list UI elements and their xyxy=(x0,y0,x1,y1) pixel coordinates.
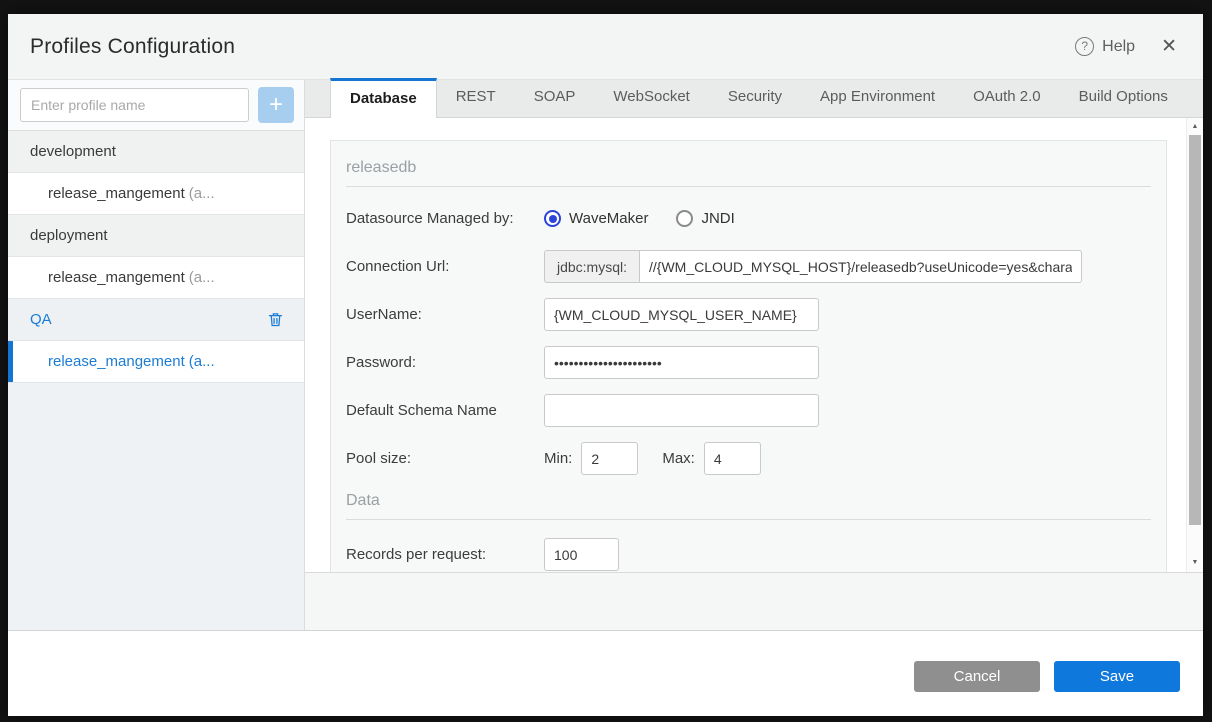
sidebar-item-release-mangement-qa[interactable]: release_mangement (a... xyxy=(8,341,304,383)
section-divider xyxy=(346,186,1151,187)
records-per-request-input[interactable] xyxy=(544,538,619,571)
dialog-footer: Cancel Save xyxy=(8,630,1203,716)
connection-url-input[interactable] xyxy=(639,250,1082,283)
pool-size-row: Pool size: Min: Max: xyxy=(346,442,1151,475)
help-icon: ? xyxy=(1075,37,1095,56)
radio-wavemaker-label: WaveMaker xyxy=(569,210,649,227)
service-label-suffix: (a... xyxy=(188,353,215,370)
profile-name-input[interactable] xyxy=(20,88,249,122)
scrollbar-thumb[interactable] xyxy=(1189,135,1201,525)
password-label: Password: xyxy=(346,354,417,371)
pool-max-input[interactable] xyxy=(703,442,761,475)
tab-app-environment[interactable]: App Environment xyxy=(801,79,954,117)
profile-label: deployment xyxy=(30,227,108,244)
database-config-card: releasedb Datasource Managed by: WaveMak… xyxy=(330,140,1167,572)
datasource-label: Datasource Managed by: xyxy=(346,210,514,227)
tab-security[interactable]: Security xyxy=(709,79,801,117)
profile-tabs: Database REST SOAP WebSocket Security Ap… xyxy=(305,78,1203,118)
tab-websocket[interactable]: WebSocket xyxy=(594,79,708,117)
profile-search-row: + xyxy=(8,80,304,131)
profile-detail-panel: Database REST SOAP WebSocket Security Ap… xyxy=(305,78,1203,630)
records-per-request-row: Records per request: xyxy=(346,538,1151,571)
pool-min-input[interactable] xyxy=(581,442,639,475)
connection-url-label: Connection Url: xyxy=(346,258,450,275)
sidebar-item-development[interactable]: development xyxy=(8,131,304,173)
service-label: release_mangement xyxy=(48,353,185,370)
profiles-sidebar: + development release_mangement (a... de… xyxy=(8,80,305,630)
connection-url-row: Connection Url: jdbc:mysql: xyxy=(346,250,1151,283)
profiles-configuration-dialog: Profiles Configuration ? Help ✕ + develo… xyxy=(8,14,1203,716)
help-label: Help xyxy=(1102,37,1136,55)
jdbc-prefix-addon: jdbc:mysql: xyxy=(544,250,639,283)
pool-min-label: Min: xyxy=(544,450,573,467)
tab-content-viewport: releasedb Datasource Managed by: WaveMak… xyxy=(305,118,1203,572)
service-label-suffix: (a... xyxy=(188,185,215,202)
section-divider xyxy=(346,519,1151,520)
tab-build-options[interactable]: Build Options xyxy=(1060,79,1187,117)
service-label: release_mangement xyxy=(48,185,185,202)
password-row: Password: xyxy=(346,346,1151,379)
radio-jndi-label: JNDI xyxy=(701,210,735,227)
save-button[interactable]: Save xyxy=(1054,661,1180,692)
add-profile-button[interactable]: + xyxy=(258,87,294,123)
tab-database[interactable]: Database xyxy=(330,78,437,118)
records-per-request-label: Records per request: xyxy=(346,546,487,563)
profile-label: development xyxy=(30,143,116,160)
tab-soap[interactable]: SOAP xyxy=(515,79,595,117)
radio-jndi[interactable]: JNDI xyxy=(676,210,735,227)
delete-profile-icon[interactable] xyxy=(267,311,284,328)
cancel-button[interactable]: Cancel xyxy=(914,661,1040,692)
tab-oauth[interactable]: OAuth 2.0 xyxy=(954,79,1060,117)
sidebar-item-qa[interactable]: QA xyxy=(8,299,304,341)
dialog-header: Profiles Configuration ? Help ✕ xyxy=(8,14,1203,80)
service-label-suffix: (a... xyxy=(188,269,215,286)
default-schema-input[interactable] xyxy=(544,394,819,427)
content-scrollbar[interactable]: ▲ ▼ xyxy=(1186,118,1203,572)
username-input[interactable] xyxy=(544,298,819,331)
datasource-row: Datasource Managed by: WaveMaker JNDI xyxy=(346,202,1151,235)
pool-max-label: Max: xyxy=(662,450,695,467)
sidebar-item-release-mangement-dev[interactable]: release_mangement (a... xyxy=(8,173,304,215)
radio-selected-icon xyxy=(544,210,561,227)
service-label: release_mangement xyxy=(48,269,185,286)
section-title-releasedb: releasedb xyxy=(346,159,417,176)
password-input[interactable] xyxy=(544,346,819,379)
profiles-list: development release_mangement (a... depl… xyxy=(8,131,304,630)
sidebar-item-release-mangement-deploy[interactable]: release_mangement (a... xyxy=(8,257,304,299)
help-button[interactable]: ? Help xyxy=(1075,37,1135,56)
dialog-body: + development release_mangement (a... de… xyxy=(8,78,1203,630)
dialog-title: Profiles Configuration xyxy=(30,34,236,58)
pool-size-label: Pool size: xyxy=(346,450,412,467)
section-title-data: Data xyxy=(346,492,380,509)
scroll-down-icon[interactable]: ▼ xyxy=(1187,555,1203,571)
sidebar-item-deployment[interactable]: deployment xyxy=(8,215,304,257)
content-bottom-strip xyxy=(305,572,1203,630)
scroll-up-icon[interactable]: ▲ xyxy=(1187,119,1203,135)
radio-wavemaker[interactable]: WaveMaker xyxy=(544,210,648,227)
default-schema-label: Default Schema Name xyxy=(346,402,497,419)
username-label: UserName: xyxy=(346,306,422,323)
close-icon[interactable]: ✕ xyxy=(1161,35,1177,58)
username-row: UserName: xyxy=(346,298,1151,331)
tab-rest[interactable]: REST xyxy=(437,79,515,117)
profile-label: QA xyxy=(30,311,52,328)
default-schema-row: Default Schema Name xyxy=(346,394,1151,427)
radio-unselected-icon xyxy=(676,210,694,227)
